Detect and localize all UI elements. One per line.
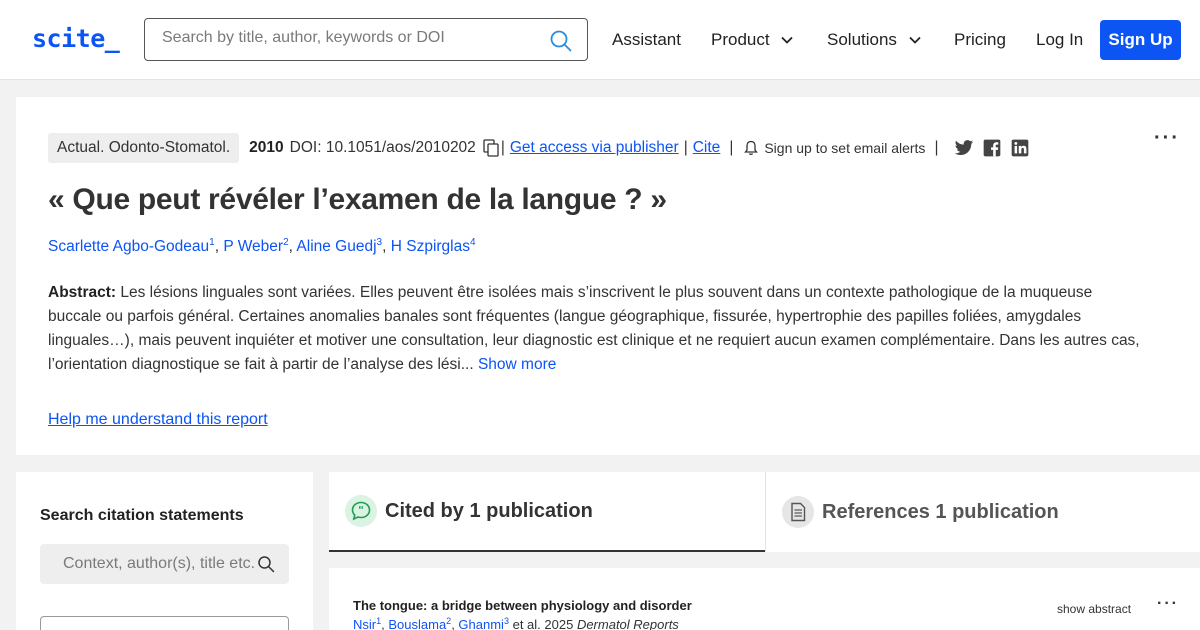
separator: | [683, 139, 688, 156]
get-access-link[interactable]: Get access via publisher [510, 139, 679, 157]
nav-assistant-label: Assistant [612, 30, 681, 49]
email-alerts-signup[interactable]: Sign up to set email alerts [764, 140, 925, 156]
citation-tabs: " Cited by 1 publication References 1 pu… [329, 472, 1200, 552]
nav-solutions-dropdown[interactable]: Solutions [827, 30, 922, 50]
doi-text: DOI: 10.1051/aos/2010202 [289, 139, 476, 156]
top-navigation-bar: scite_ Assistant Product Solutions Prici… [0, 0, 1200, 80]
citation-search-sidebar: Search citation statements [16, 472, 313, 630]
author-name: Aline Guedj [296, 238, 377, 255]
tab-references[interactable]: References 1 publication [765, 472, 1200, 552]
search-icon[interactable] [549, 29, 573, 53]
tab-references-label: References 1 publication [822, 500, 1059, 523]
login-label: Log In [1036, 30, 1084, 49]
abstract-text: Les lésions linguales sont variées. Elle… [48, 284, 1140, 373]
more-options-icon[interactable]: ··· [1154, 127, 1180, 150]
author-link[interactable]: Aline Guedj3 [296, 237, 382, 255]
result-journal: Dermatol Reports [576, 617, 679, 630]
sort-select[interactable] [40, 616, 289, 630]
paper-details-card: Actual. Odonto-Stomatol. 2010 DOI: 10.10… [16, 97, 1200, 455]
author-list: Scarlette Agbo-Godeau1, P Weber2, Aline … [48, 237, 476, 256]
author-affiliation-number: 3 [503, 616, 509, 626]
author-name: Bouslama [388, 617, 447, 630]
copy-icon[interactable] [483, 139, 500, 157]
main-search-box[interactable] [144, 18, 588, 61]
author-link[interactable]: H Szpirglas4 [390, 237, 476, 255]
cite-link[interactable]: Cite [693, 139, 721, 157]
abstract-label: Abstract: [48, 284, 117, 301]
sidebar-title: Search citation statements [40, 507, 244, 524]
result-title[interactable]: The tongue: a bridge between physiology … [353, 598, 692, 613]
nav-product-label: Product [711, 30, 770, 49]
result-authors: Nsir1, Bouslama2, Ghanmi3 et al. 2025 De… [353, 616, 679, 630]
paper-meta-row: Actual. Odonto-Stomatol. 2010 DOI: 10.10… [48, 133, 1030, 163]
author-name: P Weber [223, 238, 284, 255]
show-more-link[interactable]: Show more [478, 356, 556, 373]
main-search-input[interactable] [162, 29, 542, 47]
show-abstract-button[interactable]: show abstract [1057, 602, 1131, 616]
more-options-icon[interactable]: ··· [1157, 595, 1179, 613]
tab-cited-by-label: Cited by 1 publication [385, 499, 593, 522]
citation-search-input[interactable] [63, 555, 263, 573]
author-link[interactable]: Nsir1 [353, 616, 381, 630]
scite-logo[interactable]: scite_ [32, 24, 120, 53]
author-link[interactable]: Bouslama2 [388, 616, 451, 630]
svg-text:": " [358, 504, 364, 517]
quote-bubble-icon: " [345, 495, 377, 527]
author-link[interactable]: Scarlette Agbo-Godeau1 [48, 237, 215, 255]
nav-product-dropdown[interactable]: Product [711, 30, 794, 50]
document-icon [782, 496, 814, 528]
chevron-down-icon [909, 36, 921, 44]
author-name: Scarlette Agbo-Godeau [48, 238, 210, 255]
publication-year: 2010 [249, 139, 284, 156]
author-name: Ghanmi [458, 617, 504, 630]
search-icon[interactable] [257, 555, 275, 573]
author-name: Nsir [353, 617, 377, 630]
author-link[interactable]: Ghanmi3 [458, 616, 509, 630]
journal-badge: Actual. Odonto-Stomatol. [48, 133, 240, 163]
help-understand-report-link[interactable]: Help me understand this report [48, 411, 268, 429]
separator: | [729, 139, 734, 156]
chevron-down-icon [781, 36, 793, 44]
nav-pricing[interactable]: Pricing [954, 30, 1006, 50]
separator: | [934, 139, 939, 156]
author-affiliation-number: 4 [469, 237, 476, 248]
citing-publication-card: The tongue: a bridge between physiology … [329, 568, 1200, 630]
signup-button[interactable]: Sign Up [1100, 20, 1181, 60]
twitter-icon[interactable] [954, 138, 974, 158]
separator: | [500, 139, 505, 156]
result-etal-year: et al. 2025 [512, 617, 574, 630]
nav-solutions-label: Solutions [827, 30, 897, 49]
linkedin-icon[interactable] [1010, 138, 1030, 158]
facebook-icon[interactable] [982, 138, 1002, 158]
author-link[interactable]: P Weber2 [223, 237, 288, 255]
author-name: H Szpirglas [390, 238, 470, 255]
login-link[interactable]: Log In [1036, 30, 1083, 50]
citation-search-box[interactable] [40, 544, 289, 584]
paper-title: « Que peut révéler l’examen de la langue… [48, 183, 667, 216]
bell-icon[interactable] [744, 140, 759, 156]
tab-cited-by[interactable]: " Cited by 1 publication [329, 472, 765, 552]
nav-assistant[interactable]: Assistant [612, 30, 681, 50]
abstract-block: Abstract: Les lésions linguales sont var… [48, 281, 1148, 377]
nav-pricing-label: Pricing [954, 30, 1006, 49]
author-separator: , [382, 238, 391, 255]
